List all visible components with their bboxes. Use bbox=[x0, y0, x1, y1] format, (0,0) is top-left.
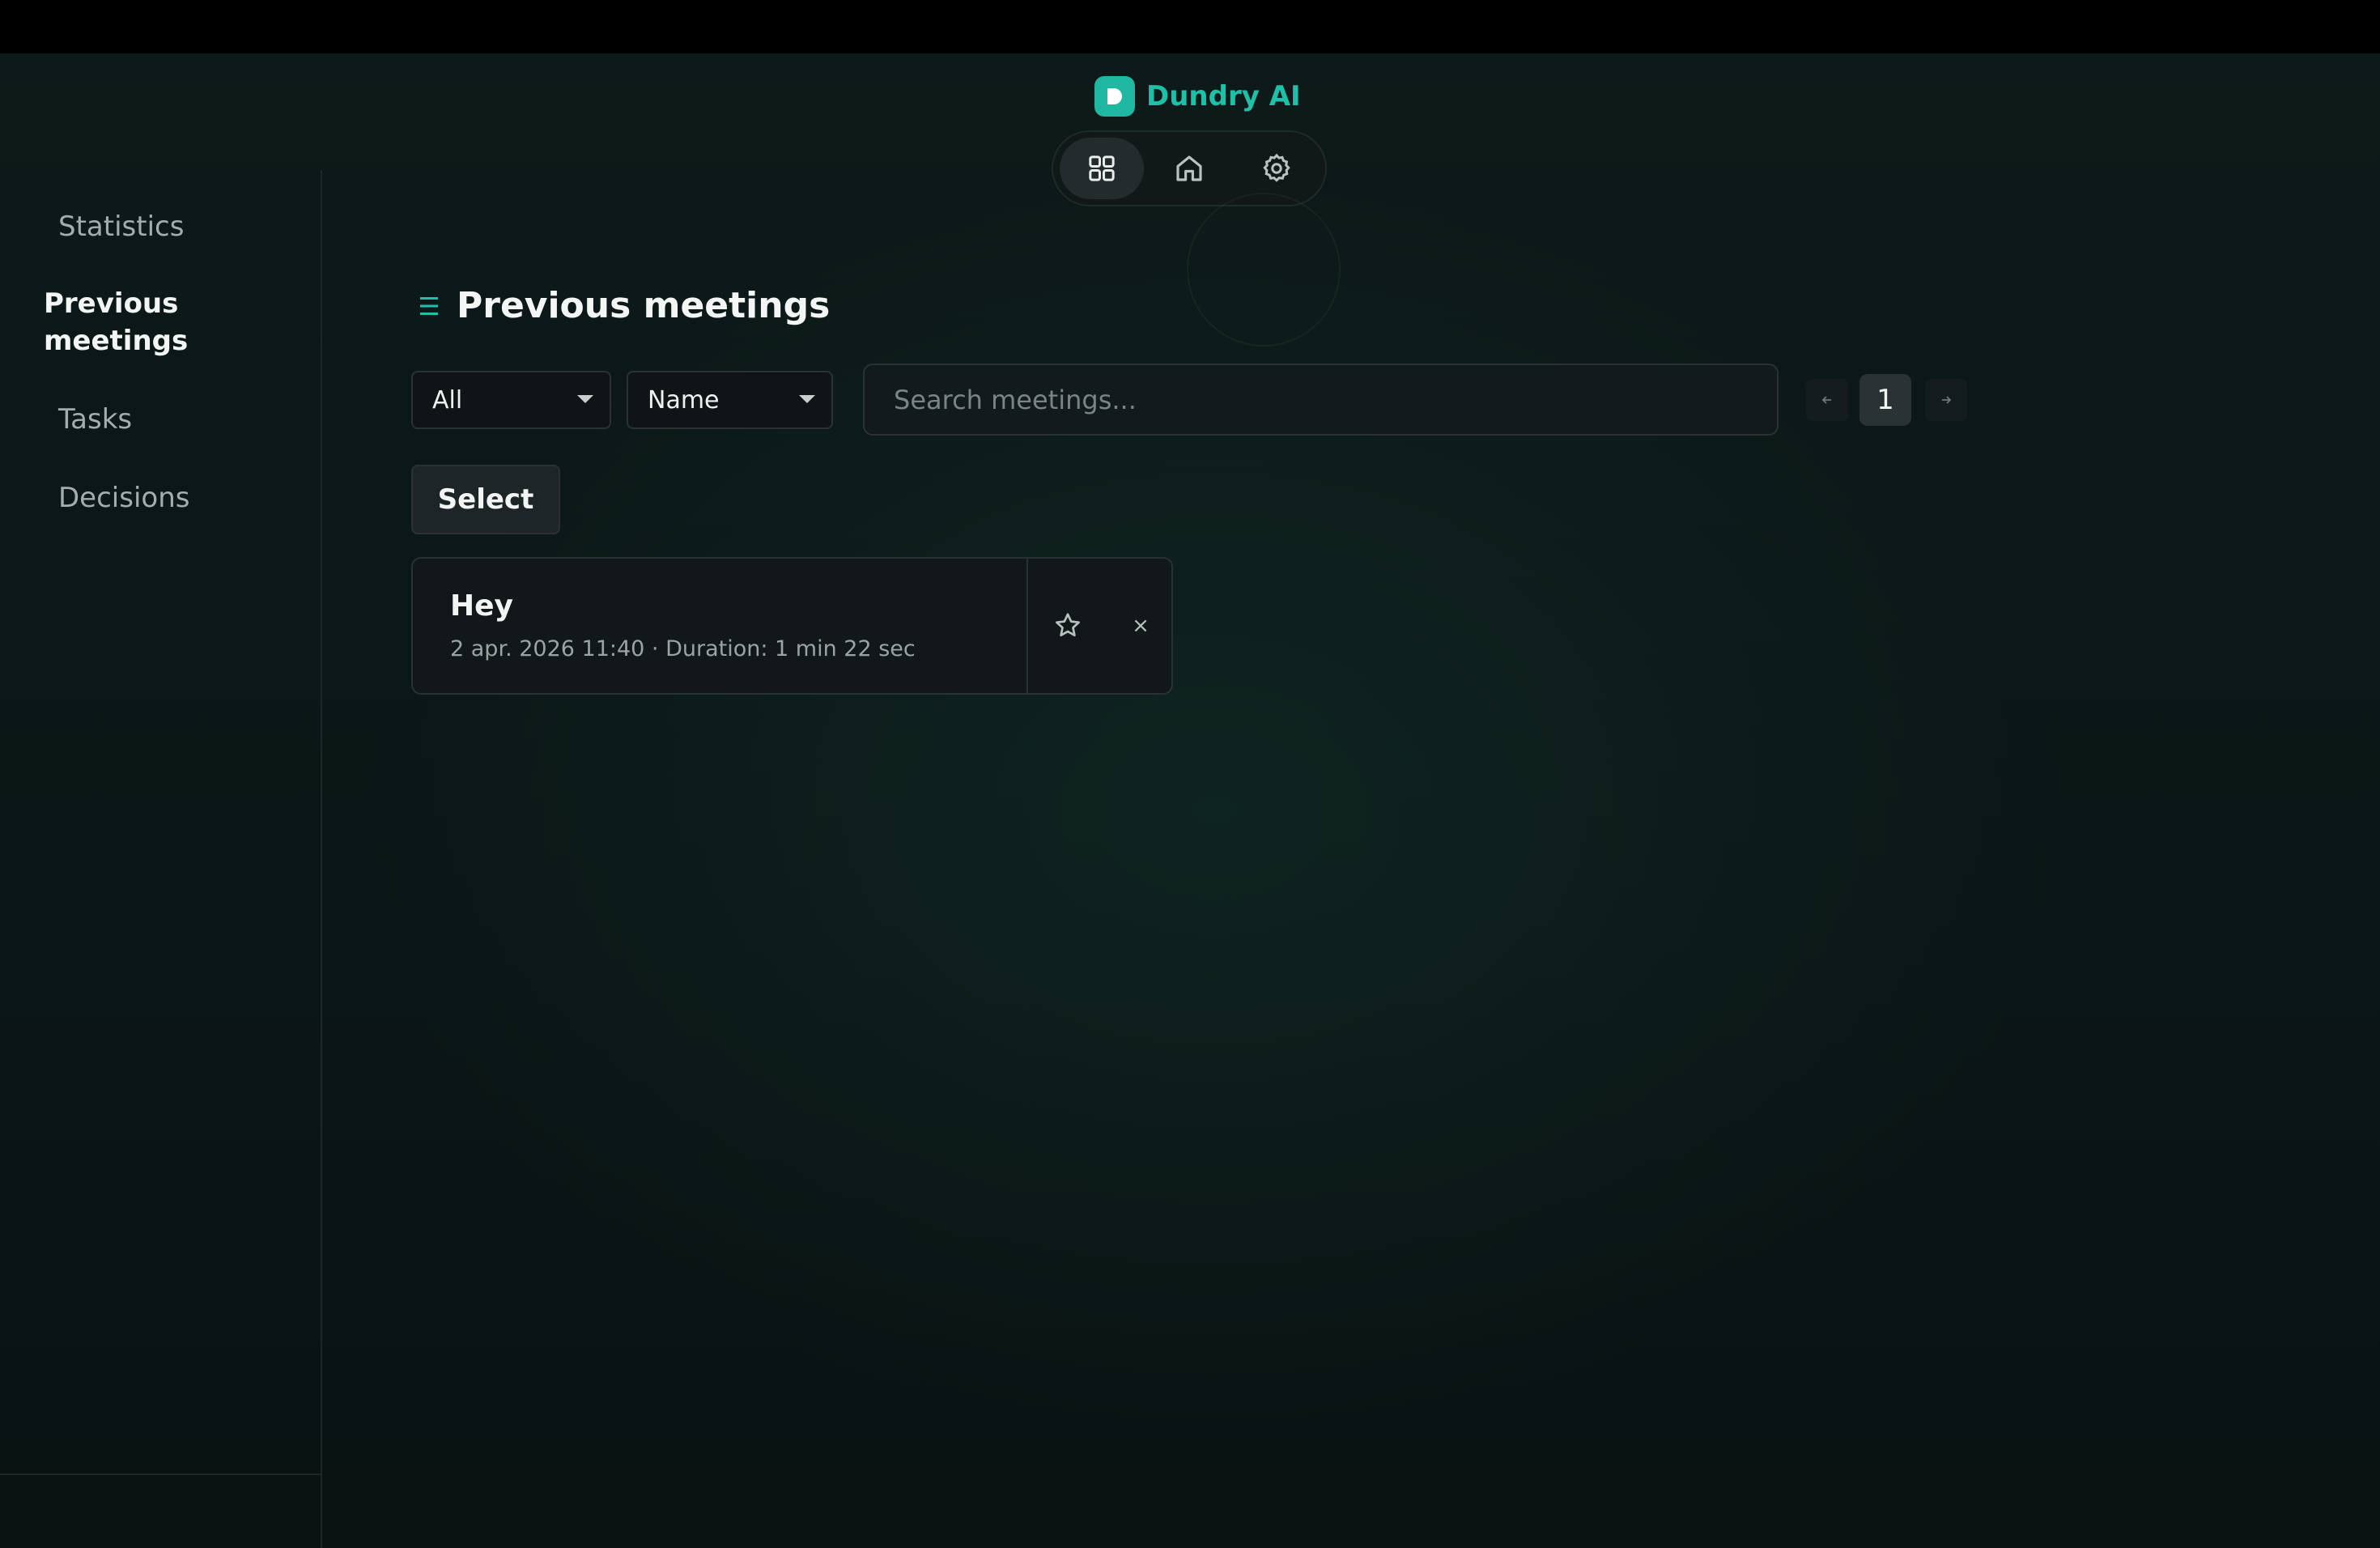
brand-logo-icon bbox=[1094, 76, 1135, 117]
nav-grid-button[interactable] bbox=[1060, 138, 1144, 199]
chevron-down-icon bbox=[577, 395, 593, 403]
sidebar-item-statistics[interactable]: Statistics bbox=[58, 211, 184, 243]
grid-icon bbox=[1089, 155, 1115, 181]
current-page[interactable]: 1 bbox=[1859, 374, 1911, 426]
chevron-down-icon bbox=[799, 395, 815, 403]
brand-name: Dundry AI bbox=[1146, 80, 1301, 113]
home-icon bbox=[1176, 155, 1202, 181]
delete-meeting-button[interactable]: × bbox=[1122, 607, 1159, 644]
sidebar-footer-divider bbox=[0, 1474, 322, 1475]
meeting-card-body[interactable]: Hey 2 apr. 2026 11:40 · Duration: 1 min … bbox=[413, 559, 1026, 693]
nav-settings-button[interactable] bbox=[1235, 138, 1319, 199]
window-top-bar bbox=[0, 0, 2380, 53]
meeting-card: Hey 2 apr. 2026 11:40 · Duration: 1 min … bbox=[411, 557, 1173, 695]
sidebar-item-previous-meetings[interactable]: Previous meetings bbox=[44, 285, 222, 359]
list-icon bbox=[420, 296, 438, 315]
arrow-left-icon bbox=[1821, 396, 1831, 404]
next-page-button[interactable] bbox=[1925, 379, 1967, 421]
sort-select[interactable]: Name bbox=[627, 371, 833, 429]
sidebar: Statistics Previous meetings Tasks Decis… bbox=[0, 170, 322, 1548]
decorative-circle bbox=[1187, 193, 1341, 347]
prev-page-button[interactable] bbox=[1806, 379, 1848, 421]
sidebar-item-decisions[interactable]: Decisions bbox=[58, 482, 189, 514]
filter-select-value: All bbox=[432, 385, 463, 415]
favorite-button[interactable] bbox=[1046, 604, 1090, 648]
meeting-title: Hey bbox=[450, 589, 514, 623]
meeting-meta: 2 apr. 2026 11:40 · Duration: 1 min 22 s… bbox=[450, 636, 916, 661]
star-icon bbox=[1056, 613, 1080, 637]
brand[interactable]: Dundry AI bbox=[1094, 76, 1301, 117]
select-button[interactable]: Select bbox=[411, 465, 560, 534]
page-title: Previous meetings bbox=[457, 285, 831, 326]
icon-nav bbox=[1052, 130, 1327, 206]
arrow-right-icon bbox=[1942, 396, 1952, 404]
nav-home-button[interactable] bbox=[1147, 138, 1231, 199]
meeting-actions: × bbox=[1026, 559, 1171, 693]
sort-select-value: Name bbox=[648, 385, 720, 415]
sidebar-item-tasks[interactable]: Tasks bbox=[58, 403, 132, 436]
page-header: Previous meetings bbox=[419, 285, 830, 326]
filter-select[interactable]: All bbox=[411, 371, 611, 429]
search-input[interactable] bbox=[863, 364, 1779, 436]
gear-icon bbox=[1263, 153, 1290, 182]
